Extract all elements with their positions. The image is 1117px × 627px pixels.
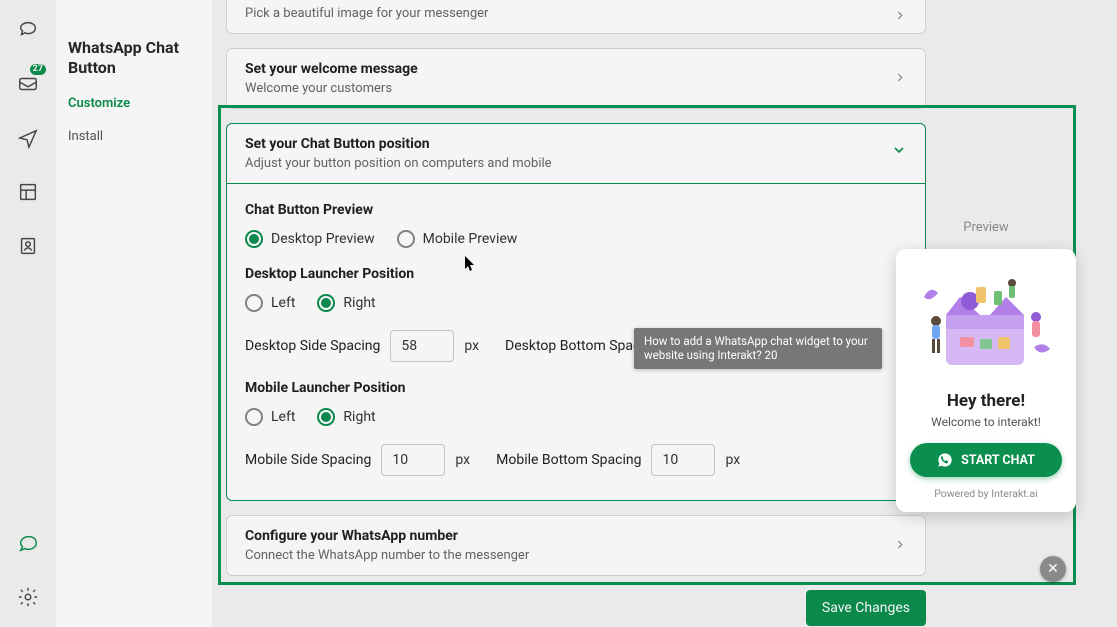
preview-subtext: Welcome to interakt!	[910, 415, 1062, 429]
desktop-side-label: Desktop Side Spacing	[245, 338, 380, 354]
px-unit: px	[725, 452, 740, 468]
preview-radio-row: Desktop Preview Mobile Preview	[245, 230, 907, 248]
mobile-launcher-label: Mobile Launcher Position	[245, 380, 907, 396]
card-number-sub: Connect the WhatsApp number to the messe…	[245, 548, 907, 563]
side-panel: WhatsApp Chat Button Customize Install	[56, 0, 212, 627]
tooltip: How to add a WhatsApp chat widget to you…	[634, 328, 882, 369]
card-position-title: Set your Chat Button position	[245, 136, 907, 152]
preview-card: Hey there! Welcome to interakt! START CH…	[896, 249, 1076, 512]
send-icon[interactable]	[12, 122, 44, 154]
chevron-right-icon	[893, 536, 907, 555]
preview-label: Preview	[896, 220, 1076, 235]
card-position: Set your Chat Button position Adjust you…	[226, 123, 926, 501]
radio-desktop-left[interactable]: Left	[245, 294, 295, 312]
start-chat-button[interactable]: START CHAT	[910, 443, 1062, 477]
card-welcome-title: Set your welcome message	[245, 61, 907, 77]
preview-illustration	[916, 267, 1056, 377]
chat-icon[interactable]	[12, 527, 44, 559]
mobile-launcher-row: Left Right	[245, 408, 907, 426]
preview-panel: Preview	[896, 220, 1076, 512]
layout-icon[interactable]	[12, 176, 44, 208]
card-image[interactable]: Pick a beautiful image for your messenge…	[226, 0, 926, 34]
px-unit: px	[464, 338, 479, 354]
inbox-icon[interactable]: 27	[12, 68, 44, 100]
inbox-badge: 27	[30, 64, 46, 75]
card-welcome[interactable]: Set your welcome message Welcome your cu…	[226, 48, 926, 109]
whatsapp-icon	[937, 452, 953, 468]
side-title: WhatsApp Chat Button	[68, 38, 196, 78]
preview-powered: Powered by Interakt.ai	[910, 487, 1062, 500]
preview-section-label: Chat Button Preview	[245, 202, 907, 218]
desktop-side-input[interactable]	[390, 330, 454, 362]
desktop-launcher-label: Desktop Launcher Position	[245, 266, 907, 282]
side-link-customize[interactable]: Customize	[68, 96, 196, 111]
contact-icon[interactable]	[12, 230, 44, 262]
side-link-install[interactable]: Install	[68, 129, 196, 144]
radio-mobile-right[interactable]: Right	[317, 408, 375, 426]
px-unit: px	[455, 452, 470, 468]
card-position-header[interactable]: Set your Chat Button position Adjust you…	[227, 124, 925, 184]
card-welcome-sub: Welcome your customers	[245, 81, 907, 96]
start-chat-label: START CHAT	[961, 453, 1035, 468]
desktop-launcher-row: Left Right	[245, 294, 907, 312]
icon-rail: 27	[0, 0, 56, 627]
card-number[interactable]: Configure your WhatsApp number Connect t…	[226, 515, 926, 576]
close-button[interactable]: ✕	[1040, 556, 1066, 582]
mobile-spacing-row: Mobile Side Spacing px Mobile Bottom Spa…	[245, 444, 907, 476]
preview-heading: Hey there!	[910, 391, 1062, 411]
card-image-sub: Pick a beautiful image for your messenge…	[245, 6, 907, 21]
chevron-down-icon	[891, 142, 907, 162]
save-row: Save Changes	[226, 590, 926, 626]
radio-desktop-preview[interactable]: Desktop Preview	[245, 230, 375, 248]
radio-desktop-right[interactable]: Right	[317, 294, 375, 312]
mobile-bottom-label: Mobile Bottom Spacing	[496, 452, 641, 468]
mobile-bottom-input[interactable]	[651, 444, 715, 476]
home-icon[interactable]	[12, 14, 44, 46]
settings-icon[interactable]	[12, 581, 44, 613]
save-button[interactable]: Save Changes	[806, 590, 926, 626]
card-position-sub: Adjust your button position on computers…	[245, 156, 907, 171]
card-number-title: Configure your WhatsApp number	[245, 528, 907, 544]
chevron-right-icon	[893, 7, 907, 26]
chevron-right-icon	[893, 69, 907, 88]
mobile-side-input[interactable]	[381, 444, 445, 476]
radio-mobile-left[interactable]: Left	[245, 408, 295, 426]
radio-mobile-preview[interactable]: Mobile Preview	[397, 230, 518, 248]
mobile-side-label: Mobile Side Spacing	[245, 452, 371, 468]
